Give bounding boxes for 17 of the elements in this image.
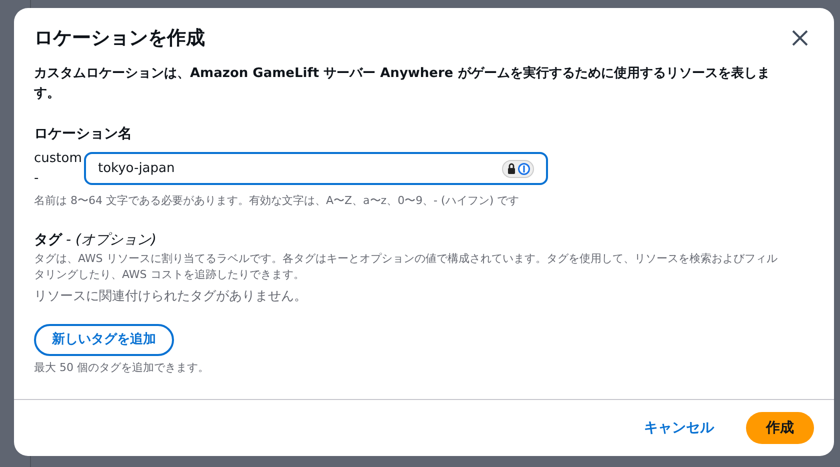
create-button[interactable]: 作成 <box>746 412 814 444</box>
cancel-button[interactable]: キャンセル <box>628 412 730 444</box>
tags-label: タグ <box>34 230 62 250</box>
tag-limit-text: 最大 50 個のタグを追加できます。 <box>34 360 209 376</box>
location-name-field[interactable]: tokyo-japan <box>84 152 548 185</box>
name-prefix: custom <box>34 150 82 168</box>
field-hint: 名前は 8〜64 文字である必要があります。有効な文字は、A〜Z、a〜z、0〜9、- (ハイフン) です <box>34 193 520 209</box>
field-label: ロケーション名 <box>34 125 132 144</box>
dialog-title: ロケーションを作成 <box>34 26 205 51</box>
prefix-separator: - <box>34 170 39 188</box>
empty-tags-text: リソースに関連付けられたタグがありません。 <box>34 288 307 306</box>
password-manager-icon[interactable] <box>502 160 534 178</box>
optional-label: - (オプション) <box>66 230 156 250</box>
add-tag-button[interactable]: 新しいタグを追加 <box>34 324 174 356</box>
close-icon[interactable] <box>790 28 810 48</box>
dialog-description: カスタムロケーションは、Amazon GameLift サーバー Anywhere がゲームを実行するために使用するリソースを表します。 <box>34 64 771 103</box>
tags-description: タグは、AWS リソースに割り当てるラベルです。各タグはキーとオプションの値で構成されています。タグを使用して、リソースを検索およびフィルタリングしたり、AWS コストを追跡したりできます。 <box>34 250 778 282</box>
